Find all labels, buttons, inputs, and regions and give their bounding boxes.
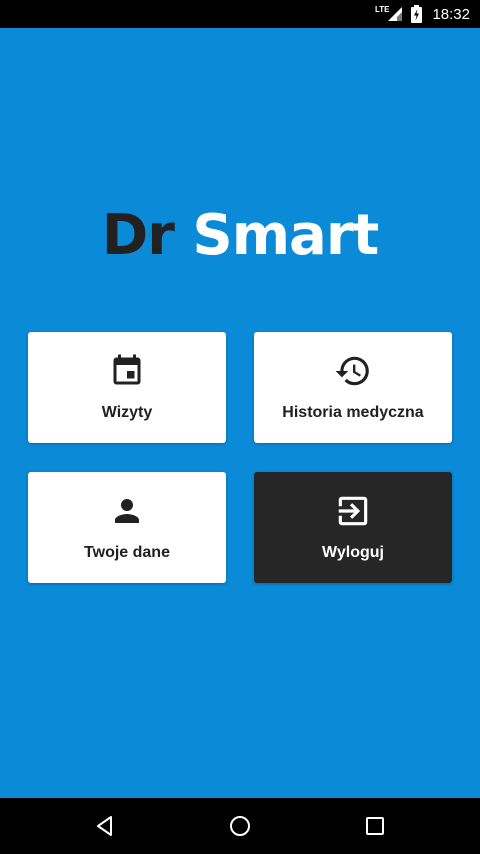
- status-clock: 18:32: [432, 5, 470, 23]
- home-icon: [230, 816, 250, 836]
- recents-button[interactable]: [359, 810, 391, 842]
- wyloguj-label: Wyloguj: [322, 544, 384, 561]
- twoje-dane-label: Twoje dane: [84, 544, 170, 561]
- history-icon: [334, 352, 372, 390]
- person-icon: [108, 492, 146, 530]
- signal-icon: [388, 7, 403, 21]
- twoje-dane-button[interactable]: Twoje dane: [28, 472, 226, 583]
- network-type-label: LTE: [374, 4, 390, 14]
- battery-charging-icon: [411, 5, 423, 23]
- home-button[interactable]: [224, 810, 256, 842]
- back-button[interactable]: [89, 810, 121, 842]
- app-logo: Dr Smart: [0, 204, 480, 268]
- status-bar: LTE 18:32: [0, 0, 480, 28]
- wizyty-button[interactable]: Wizyty: [28, 332, 226, 443]
- navigation-bar: [0, 798, 480, 854]
- calendar-icon: [108, 352, 146, 390]
- logout-icon: [334, 492, 372, 530]
- logo-smart-text: Smart: [192, 203, 379, 268]
- wyloguj-button[interactable]: Wyloguj: [254, 472, 452, 583]
- historia-medyczna-button[interactable]: Historia medyczna: [254, 332, 452, 443]
- signal-indicator: LTE: [374, 4, 404, 22]
- back-icon: [97, 816, 112, 836]
- recents-icon: [366, 817, 384, 835]
- historia-medyczna-label: Historia medyczna: [282, 404, 424, 421]
- battery-indicator: [411, 5, 423, 23]
- wizyty-label: Wizyty: [101, 404, 153, 421]
- logo-dr-text: Dr: [101, 203, 175, 268]
